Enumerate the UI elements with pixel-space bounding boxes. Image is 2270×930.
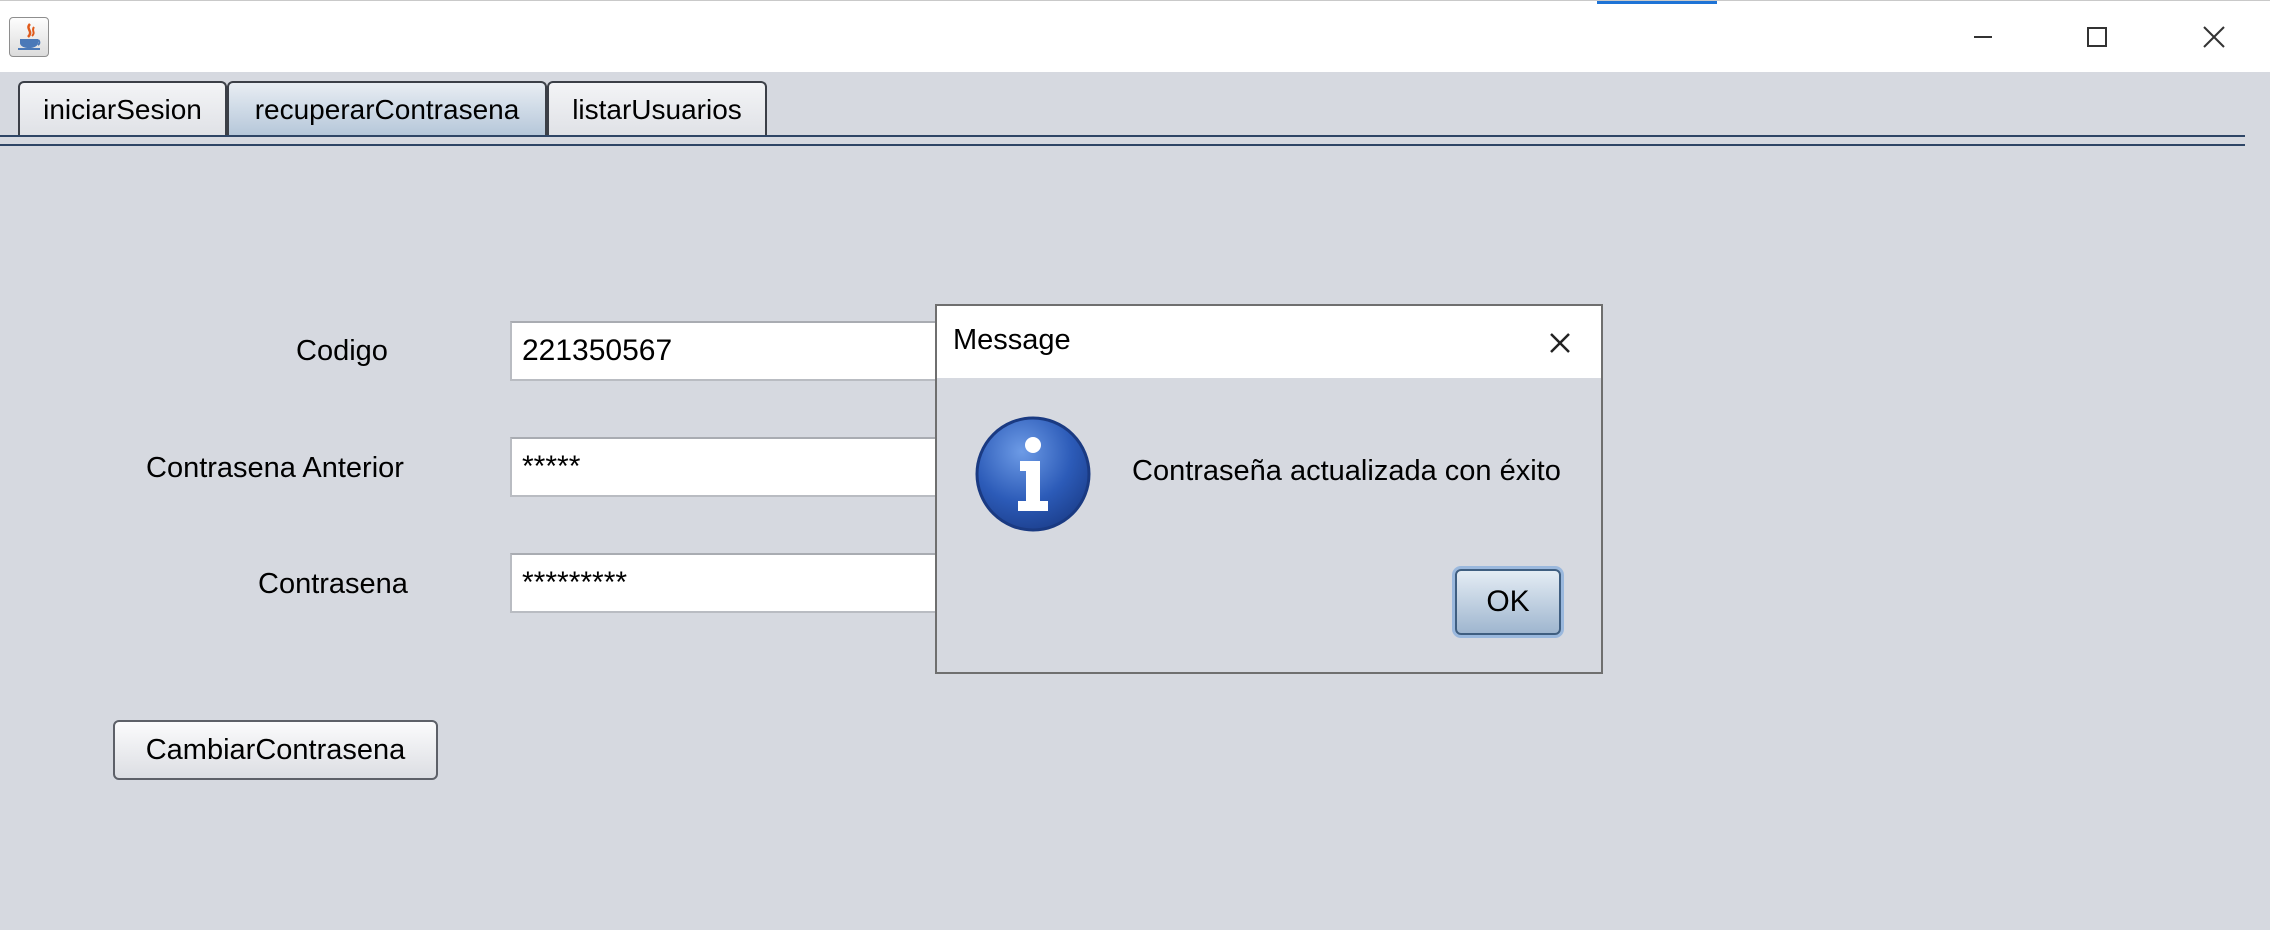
dialog-message: Contraseña actualizada con éxito bbox=[1132, 455, 1561, 487]
window-title-bar bbox=[0, 0, 2270, 72]
cambiar-contrasena-button[interactable]: CambiarContrasena bbox=[113, 720, 438, 780]
minimize-icon bbox=[1974, 36, 1992, 38]
tab-separator bbox=[0, 144, 2245, 146]
java-coffee-icon[interactable] bbox=[9, 17, 49, 57]
close-icon bbox=[1550, 333, 1570, 353]
codigo-label: Codigo bbox=[296, 335, 388, 367]
old-password-label: Contrasena Anterior bbox=[146, 452, 404, 484]
tab-listar-usuarios[interactable]: listarUsuarios bbox=[547, 81, 767, 137]
dialog-title: Message bbox=[953, 324, 1071, 356]
ok-button[interactable]: OK bbox=[1455, 569, 1561, 635]
tab-recuperar-contrasena[interactable]: recuperarContrasena bbox=[227, 81, 547, 137]
maximize-button[interactable] bbox=[2042, 9, 2152, 65]
title-bar-accent bbox=[1597, 1, 1717, 4]
info-icon bbox=[973, 414, 1093, 534]
maximize-icon bbox=[2087, 27, 2107, 47]
dialog-close-button[interactable] bbox=[1537, 320, 1583, 366]
tab-iniciar-sesion[interactable]: iniciarSesion bbox=[18, 81, 227, 137]
minimize-button[interactable] bbox=[1928, 9, 2038, 65]
dialog-title-bar: Message bbox=[937, 306, 1601, 378]
message-dialog: Message Contraseña actualizada con éxito… bbox=[935, 304, 1603, 674]
close-window-button[interactable] bbox=[2158, 9, 2268, 65]
close-icon bbox=[2203, 26, 2225, 48]
tab-separator bbox=[0, 135, 2245, 137]
password-label: Contrasena bbox=[258, 568, 408, 600]
